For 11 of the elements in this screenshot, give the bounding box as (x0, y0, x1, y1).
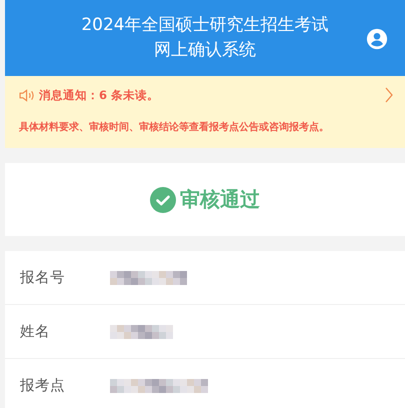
field-label: 报考点 (20, 377, 66, 395)
speaker-icon (19, 88, 36, 102)
user-icon[interactable] (366, 28, 388, 50)
page-title: 2024年全国硕士研究生招生考试 网上确认系统 (81, 14, 329, 62)
field-label: 报名号 (20, 269, 66, 287)
check-circle-icon (150, 186, 176, 212)
field-label: 姓名 (20, 323, 51, 341)
notice-text: 具体材料要求、审核时间、审核结论等查看报考点公告或咨询报考点。 (19, 120, 330, 134)
chevron-right-icon[interactable] (385, 87, 393, 103)
notice-summary[interactable]: 消息通知：6 条未读。 (39, 88, 385, 102)
status-text: 审核通过 (180, 186, 260, 213)
